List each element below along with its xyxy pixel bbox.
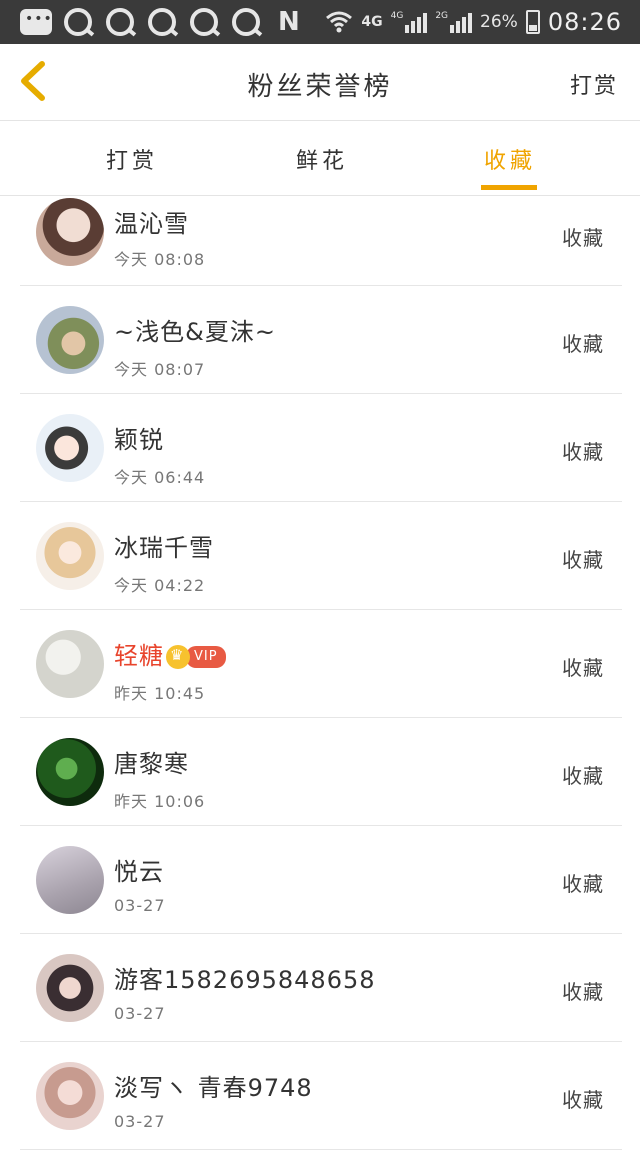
- fan-name: 冰瑞千雪: [114, 534, 214, 562]
- fan-list: 温沁雪 今天 08:08 收藏 ~浅色&夏沫~ 今天 08:07 收藏 颖锐 今…: [0, 196, 640, 1150]
- fan-action: 收藏: [562, 440, 604, 464]
- tab-bar: 打赏 鲜花 收藏: [0, 121, 640, 196]
- avatar[interactable]: [36, 954, 104, 1022]
- fan-time: 03-27: [114, 896, 166, 915]
- tab-flowers[interactable]: 鲜花: [296, 143, 348, 175]
- fan-time: 今天 08:07: [114, 360, 206, 379]
- fan-name-vip: 轻糖 VIP: [114, 636, 226, 671]
- list-item[interactable]: 颖锐 今天 06:44 收藏: [20, 394, 622, 502]
- avatar[interactable]: [36, 414, 104, 482]
- signal-icon: 2G: [435, 11, 473, 33]
- avatar[interactable]: [36, 630, 104, 698]
- list-item[interactable]: 淡写ヽ 青春9748 03-27 收藏: [20, 1042, 622, 1150]
- fan-name: 悦云: [114, 858, 164, 886]
- qq-notification-icon: [190, 8, 218, 36]
- fan-time: 今天 08:08: [114, 250, 206, 269]
- battery-percent: 26%: [480, 12, 518, 32]
- avatar[interactable]: [36, 738, 104, 806]
- fan-action: 收藏: [562, 764, 604, 788]
- fan-action: 收藏: [562, 548, 604, 572]
- fan-name: 游客15826958486​58: [114, 966, 376, 994]
- signal-icon: 4G: [391, 11, 428, 33]
- qq-notification-icon: [148, 8, 176, 36]
- qq-notification-icon: [232, 8, 260, 36]
- avatar[interactable]: [36, 1062, 104, 1130]
- fan-time: 今天 04:22: [114, 576, 206, 595]
- fan-action: 收藏: [562, 980, 604, 1004]
- fan-time: 03-27: [114, 1004, 166, 1023]
- nfc-icon: N: [278, 7, 300, 37]
- list-item[interactable]: 温沁雪 今天 08:08 收藏: [20, 196, 622, 286]
- list-item[interactable]: 游客15826958486​58 03-27 收藏: [20, 934, 622, 1042]
- list-item[interactable]: 轻糖 VIP 昨天 10:45 收藏: [20, 610, 622, 718]
- notification-icons: N: [20, 7, 314, 37]
- list-item[interactable]: ~浅色&夏沫~ 今天 08:07 收藏: [20, 286, 622, 394]
- fan-action: 收藏: [562, 656, 604, 680]
- fan-name: 淡写ヽ 青春9748: [114, 1074, 313, 1102]
- fan-name: ~浅色&夏沫~: [114, 318, 276, 346]
- battery-icon: [525, 10, 540, 34]
- page-title: 粉丝荣誉榜: [247, 72, 393, 102]
- active-tab-indicator: [481, 185, 537, 190]
- fan-action: 收藏: [562, 1088, 604, 1112]
- fan-action: 收藏: [562, 872, 604, 896]
- wifi-icon: [326, 11, 353, 33]
- vip-badge: VIP: [166, 645, 226, 669]
- list-item[interactable]: 悦云 03-27 收藏: [20, 826, 622, 934]
- fan-action: 收藏: [562, 332, 604, 356]
- list-item[interactable]: 唐黎寒 昨天 10:06 收藏: [20, 718, 622, 826]
- qq-notification-icon: [64, 8, 92, 36]
- tab-reward[interactable]: 打赏: [106, 143, 158, 175]
- fan-time: 今天 06:44: [114, 468, 206, 487]
- system-status: 4G 4G 2G 26% 08:26: [325, 6, 622, 38]
- message-icon: [20, 9, 53, 35]
- avatar[interactable]: [36, 522, 104, 590]
- fan-time: 昨天 10:06: [114, 792, 206, 811]
- crown-icon: [166, 645, 190, 669]
- avatar[interactable]: [36, 846, 104, 914]
- list-item[interactable]: 冰瑞千雪 今天 04:22 收藏: [20, 502, 622, 610]
- sim2-label: 2G: [435, 11, 449, 21]
- tab-favorites[interactable]: 收藏: [484, 143, 536, 175]
- clock: 08:26: [547, 8, 622, 36]
- qq-notification-icon: [106, 8, 134, 36]
- nav-header: 粉丝荣誉榜 打赏: [0, 44, 640, 121]
- fan-name: 颖锐: [114, 426, 164, 454]
- fan-time: 03-27: [114, 1112, 166, 1131]
- fan-name: 温沁雪: [114, 210, 189, 238]
- fan-name: 唐黎寒: [114, 750, 189, 778]
- fan-action: 收藏: [562, 226, 604, 250]
- fan-name: 轻糖: [114, 642, 164, 670]
- avatar[interactable]: [36, 198, 104, 266]
- vip-label: VIP: [186, 646, 226, 668]
- sim1-label: 4G: [390, 11, 404, 21]
- fan-time: 昨天 10:45: [114, 684, 206, 703]
- network-type: 4G: [361, 14, 383, 30]
- status-bar: N 4G 4G 2G 26% 08:26: [0, 0, 640, 44]
- avatar[interactable]: [36, 306, 104, 374]
- reward-button[interactable]: 打赏: [570, 68, 618, 100]
